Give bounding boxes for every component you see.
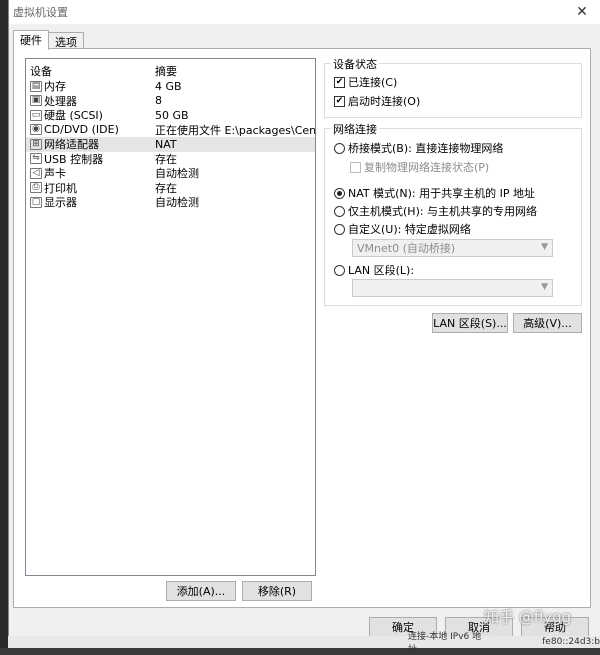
device-list-header: 设备 摘要 xyxy=(26,63,315,79)
title-bar: 虚拟机设置 ✕ xyxy=(9,0,600,24)
device-name-cell: ▢ 显示器 xyxy=(26,194,151,210)
device-summary: 8 xyxy=(155,94,162,108)
connected-label: 已连接(C) xyxy=(348,76,398,89)
device-column-header: 设备 xyxy=(30,65,52,78)
lan-segment-radio[interactable]: LAN 区段(L): xyxy=(334,262,414,278)
lan-segment-select[interactable]: ▼ xyxy=(352,279,553,297)
summary-column-header: 摘要 xyxy=(155,65,177,78)
device-name: 硬盘 (SCSI) xyxy=(44,109,103,123)
memory-icon: ▤ xyxy=(30,80,42,92)
radio-icon xyxy=(334,205,345,217)
nat-radio[interactable]: NAT 模式(N): 用于共享主机的 IP 地址 xyxy=(334,185,535,201)
device-name-cell: ◉ CD/DVD (IDE) xyxy=(26,123,151,136)
chevron-down-icon: ▼ xyxy=(541,242,548,252)
device-summary: 4 GB xyxy=(155,79,182,93)
add-device-button[interactable]: 添加(A)... xyxy=(166,581,236,601)
device-row[interactable]: ◁ 声卡 自动检测 xyxy=(26,166,315,181)
custom-network-select[interactable]: VMnet0 (自动桥接) ▼ xyxy=(352,239,553,257)
vm-settings-dialog: 虚拟机设置 ✕ 硬件 选项 设备 摘要 ▤ 内存 4 GB ▣ 处理器 8 ▭ 硬盘 (SCS… xyxy=(8,0,600,648)
replicate-state-label: 复制物理网络连接状态(P) xyxy=(364,161,490,174)
bridged-label: 桥接模式(B): 直接连接物理网络 xyxy=(348,142,504,155)
device-row[interactable]: ▣ 处理器 8 xyxy=(26,94,315,109)
device-status-title: 设备状态 xyxy=(331,56,379,72)
checkbox-icon xyxy=(350,161,361,173)
remove-device-button[interactable]: 移除(R) xyxy=(242,581,312,601)
bridged-radio[interactable]: 桥接模式(B): 直接连接物理网络 xyxy=(334,140,503,156)
lan-segments-button[interactable]: LAN 区段(S)... xyxy=(432,313,508,333)
radio-icon xyxy=(334,223,345,235)
device-name: CD/DVD (IDE) xyxy=(44,123,119,137)
lan-segment-label: LAN 区段(L): xyxy=(348,264,415,277)
radio-selected-icon xyxy=(334,187,345,199)
background-taskbar-text: 连接-本地 IPv6 地址 fe80::24d3:b xyxy=(8,632,600,655)
network-adapter-icon: ⊞ xyxy=(30,138,42,150)
tab-hardware[interactable]: 硬件 xyxy=(13,30,49,50)
printer-icon: ⎙ xyxy=(30,182,42,194)
device-row[interactable]: ▢ 显示器 自动检测 xyxy=(26,195,315,210)
background-text-left: 连接-本地 IPv6 地址 xyxy=(408,632,482,655)
device-summary: 50 GB xyxy=(155,108,189,122)
hardware-panel: 设备 摘要 ▤ 内存 4 GB ▣ 处理器 8 ▭ 硬盘 (SCSI) 50 GB ◉ CD/DVD… xyxy=(13,48,591,608)
host-only-label: 仅主机模式(H): 与主机共享的专用网络 xyxy=(348,205,538,218)
connect-on-power-label: 启动时连接(O) xyxy=(348,95,421,108)
device-status-group: 设备状态 ✔ 已连接(C) ✔ 启动时连接(O) xyxy=(324,56,582,118)
replicate-state-checkbox[interactable]: 复制物理网络连接状态(P) xyxy=(350,159,489,175)
device-name-cell: ▭ 硬盘 (SCSI) xyxy=(26,107,151,123)
device-row[interactable]: ▭ 硬盘 (SCSI) 50 GB xyxy=(26,108,315,123)
close-icon[interactable]: ✕ xyxy=(564,0,600,24)
nat-label: NAT 模式(N): 用于共享主机的 IP 地址 xyxy=(348,187,535,200)
host-only-radio[interactable]: 仅主机模式(H): 与主机共享的专用网络 xyxy=(334,203,537,219)
display-icon: ▢ xyxy=(30,196,42,208)
network-connection-title: 网络连接 xyxy=(331,121,379,137)
usb-icon: ⇋ xyxy=(30,153,42,165)
cd-dvd-icon: ◉ xyxy=(30,124,42,136)
radio-icon xyxy=(334,142,345,154)
custom-network-value: VMnet0 (自动桥接) xyxy=(357,242,456,255)
connected-checkbox[interactable]: ✔ 已连接(C) xyxy=(334,74,397,90)
sound-card-icon: ◁ xyxy=(30,167,42,179)
connect-on-power-checkbox[interactable]: ✔ 启动时连接(O) xyxy=(334,93,420,109)
device-summary: 自动检测 xyxy=(155,196,199,210)
hard-disk-icon: ▭ xyxy=(30,109,42,121)
network-connection-group: 网络连接 桥接模式(B): 直接连接物理网络 复制物理网络连接状态(P) NAT… xyxy=(324,121,582,306)
watermark: 知乎 @flygg xyxy=(484,608,572,626)
checkbox-checked-icon: ✔ xyxy=(334,76,345,88)
device-row[interactable]: ▤ 内存 4 GB xyxy=(26,79,315,94)
device-row[interactable]: ⊞ 网络适配器 NAT xyxy=(26,137,315,152)
device-summary: 正在使用文件 E:\packages\Cen... xyxy=(155,123,315,137)
radio-icon xyxy=(334,264,345,276)
device-name: 显示器 xyxy=(44,196,77,210)
device-summary: NAT xyxy=(155,137,177,151)
background-terminal xyxy=(0,0,8,648)
custom-label: 自定义(U): 特定虚拟网络 xyxy=(348,223,471,236)
chevron-down-icon: ▼ xyxy=(541,282,548,292)
device-list[interactable]: 设备 摘要 ▤ 内存 4 GB ▣ 处理器 8 ▭ 硬盘 (SCSI) 50 GB ◉ CD/DVD… xyxy=(25,58,316,576)
advanced-button[interactable]: 高级(V)... xyxy=(513,313,582,333)
window-title: 虚拟机设置 xyxy=(13,6,68,19)
tab-bar: 硬件 选项 xyxy=(13,30,84,50)
checkbox-checked-icon: ✔ xyxy=(334,95,345,107)
device-row[interactable]: ◉ CD/DVD (IDE) 正在使用文件 E:\packages\Cen... xyxy=(26,123,315,138)
processor-icon: ▣ xyxy=(30,95,42,107)
device-row[interactable]: ⇋ USB 控制器 存在 xyxy=(26,152,315,167)
device-row[interactable]: ⎙ 打印机 存在 xyxy=(26,181,315,196)
custom-radio[interactable]: 自定义(U): 特定虚拟网络 xyxy=(334,221,471,237)
background-text-right: fe80::24d3:b xyxy=(542,637,600,647)
